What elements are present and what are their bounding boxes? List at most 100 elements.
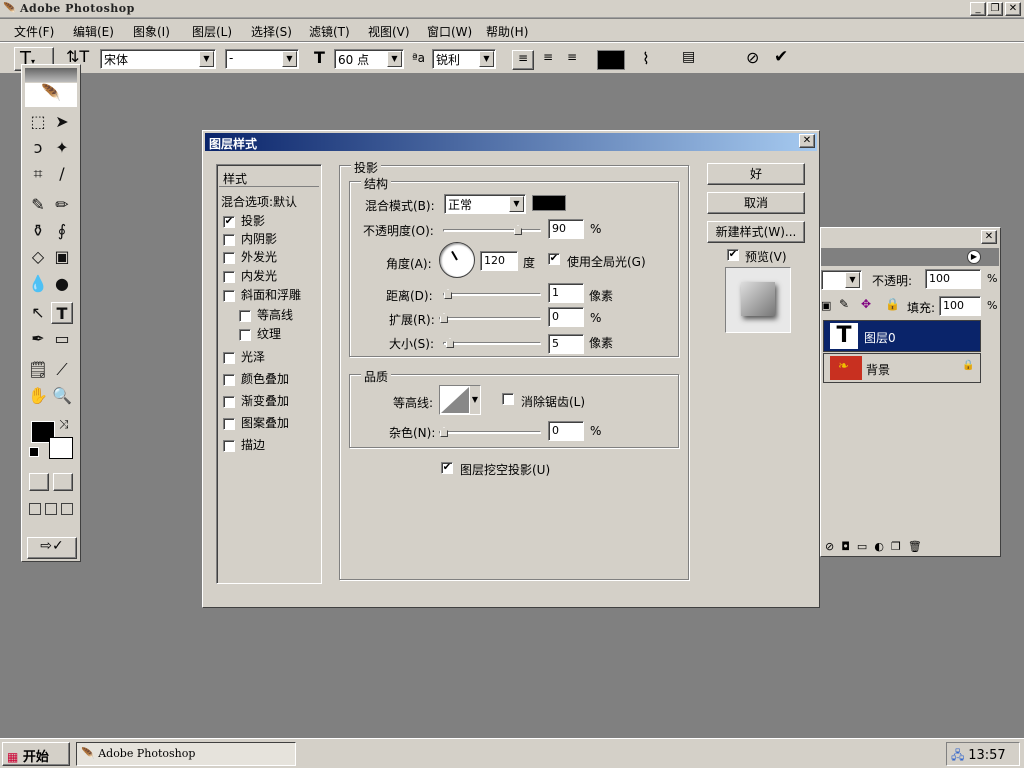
noise-slider[interactable] bbox=[439, 427, 541, 437]
clone-stamp-tool-icon[interactable]: ⚱ bbox=[27, 220, 49, 242]
style-item[interactable]: 图案叠加 bbox=[223, 414, 289, 431]
feather-logo-icon[interactable]: 🪶 bbox=[25, 83, 77, 107]
screen-mode-full-icon[interactable] bbox=[61, 503, 73, 515]
style-item[interactable]: 内发光 bbox=[223, 267, 277, 284]
opacity-field[interactable]: 90 bbox=[548, 219, 584, 239]
style-checkbox[interactable] bbox=[239, 328, 251, 341]
hand-tool-icon[interactable]: ✋ bbox=[27, 385, 49, 407]
start-button[interactable]: ▦ 开始 bbox=[2, 742, 70, 766]
size-slider[interactable] bbox=[443, 338, 541, 348]
distance-slider[interactable] bbox=[443, 289, 541, 299]
standard-mode-icon[interactable] bbox=[29, 473, 49, 491]
layer-row-background[interactable]: ❧ 背景 🔒 bbox=[823, 353, 981, 383]
size-field[interactable]: 5 bbox=[548, 334, 584, 354]
magic-wand-tool-icon[interactable]: ✦ bbox=[51, 137, 73, 159]
style-item[interactable]: 渐变叠加 bbox=[223, 392, 289, 409]
style-checkbox[interactable] bbox=[223, 351, 235, 364]
path-select-tool-icon[interactable]: ↖ bbox=[27, 302, 49, 324]
restore-button[interactable]: ❐ bbox=[987, 2, 1003, 16]
eyedropper-tool-icon[interactable]: ⟋ bbox=[51, 359, 73, 381]
taskbar-photoshop-button[interactable]: 🪶 Adobe Photoshop bbox=[76, 742, 296, 766]
layers-opacity-field[interactable]: 100 bbox=[925, 269, 981, 289]
align-left-button[interactable]: ≡ bbox=[512, 50, 534, 70]
style-checkbox[interactable] bbox=[223, 233, 235, 246]
shape-tool-icon[interactable]: ▭ bbox=[51, 328, 73, 350]
minimize-button[interactable]: _ bbox=[970, 2, 986, 16]
font-style-select[interactable]: - ▼ bbox=[225, 49, 299, 69]
background-color-swatch[interactable] bbox=[49, 437, 73, 459]
palettes-icon[interactable]: ▤ bbox=[682, 49, 695, 65]
style-checkbox[interactable]: ✔ bbox=[223, 215, 235, 228]
marquee-tool-icon[interactable]: ⬚ bbox=[27, 111, 49, 133]
dodge-tool-icon[interactable]: ● bbox=[51, 273, 73, 295]
menu-layer[interactable]: 图层(L) bbox=[192, 23, 232, 40]
antialias-select[interactable]: 锐利 ▼ bbox=[432, 49, 496, 69]
menu-filter[interactable]: 滤镜(T) bbox=[309, 23, 350, 40]
blur-tool-icon[interactable]: 💧 bbox=[27, 273, 49, 295]
ok-button[interactable]: 好 bbox=[707, 163, 805, 185]
lock-position-icon[interactable]: ✥ bbox=[861, 297, 871, 311]
default-colors-icon[interactable] bbox=[29, 447, 39, 457]
toolbox-grip[interactable] bbox=[25, 68, 77, 82]
crop-tool-icon[interactable]: ⌗ bbox=[27, 163, 49, 185]
blend-mode-select[interactable]: 正常 ▼ bbox=[444, 194, 526, 214]
new-set-icon[interactable]: ▭ bbox=[857, 540, 874, 553]
menu-file[interactable]: 文件(F) bbox=[14, 23, 54, 40]
quick-mask-mode-icon[interactable] bbox=[53, 473, 73, 491]
layers-close-button[interactable]: ✕ bbox=[981, 230, 997, 244]
notes-tool-icon[interactable]: 🗒 bbox=[27, 359, 49, 381]
lock-all-icon[interactable]: 🔒 bbox=[885, 297, 900, 311]
font-size-select[interactable]: 60 点 ▼ bbox=[334, 49, 404, 69]
align-right-button[interactable]: ≡ bbox=[561, 50, 583, 70]
lasso-tool-icon[interactable]: ↄ bbox=[27, 137, 49, 159]
style-checkbox[interactable] bbox=[223, 395, 235, 408]
noise-field[interactable]: 0 bbox=[548, 421, 584, 441]
menu-view[interactable]: 视图(V) bbox=[368, 23, 410, 40]
lock-pixels-icon[interactable]: ✎ bbox=[839, 297, 849, 311]
commit-edit-icon[interactable]: ✔ bbox=[774, 47, 788, 67]
style-item[interactable]: 等高线 bbox=[239, 306, 293, 323]
style-item[interactable]: 光泽 bbox=[223, 348, 265, 365]
spread-slider[interactable] bbox=[439, 313, 541, 323]
style-item[interactable]: 内阴影 bbox=[223, 230, 277, 247]
menu-window[interactable]: 窗口(W) bbox=[427, 23, 472, 40]
style-checkbox[interactable] bbox=[223, 251, 235, 264]
trash-icon[interactable]: 🗑 bbox=[908, 540, 929, 553]
style-item[interactable]: 外发光 bbox=[223, 248, 277, 265]
network-tray-icon[interactable]: 🖧 bbox=[951, 748, 964, 762]
screen-mode-full-menu-icon[interactable] bbox=[45, 503, 57, 515]
text-color-swatch[interactable] bbox=[597, 50, 625, 70]
adjustment-layer-icon[interactable]: ◐ bbox=[874, 540, 891, 553]
eraser-tool-icon[interactable]: ◇ bbox=[27, 246, 49, 268]
distance-field[interactable]: 1 bbox=[548, 283, 584, 303]
style-checkbox[interactable] bbox=[223, 270, 235, 283]
preview-checkbox[interactable]: ✔ bbox=[727, 249, 739, 261]
menu-select[interactable]: 选择(S) bbox=[251, 23, 292, 40]
opacity-slider[interactable] bbox=[443, 225, 541, 235]
warp-text-icon[interactable]: ⌇ bbox=[642, 49, 650, 68]
style-checkbox[interactable] bbox=[239, 309, 251, 322]
swap-colors-icon[interactable]: ⤨ bbox=[59, 417, 69, 432]
style-checkbox[interactable] bbox=[223, 373, 235, 386]
lock-transparent-icon[interactable]: ▣ bbox=[821, 299, 831, 312]
pen-tool-icon[interactable]: ✒ bbox=[27, 328, 49, 350]
global-light-checkbox[interactable]: ✔ bbox=[548, 253, 560, 265]
cancel-button[interactable]: 取消 bbox=[707, 192, 805, 214]
blending-options-item[interactable]: 混合选项:默认 bbox=[221, 193, 297, 210]
zoom-tool-icon[interactable]: 🔍 bbox=[51, 385, 73, 407]
contour-picker[interactable]: ▼ bbox=[439, 385, 481, 415]
knockout-checkbox[interactable]: ✔ bbox=[441, 462, 453, 474]
menu-image[interactable]: 图象(I) bbox=[133, 23, 170, 40]
style-item[interactable]: 颜色叠加 bbox=[223, 370, 289, 387]
move-tool-icon[interactable]: ➤ bbox=[51, 111, 73, 133]
slice-tool-icon[interactable]: / bbox=[51, 163, 73, 185]
style-checkbox[interactable] bbox=[223, 417, 235, 430]
layers-menu-icon[interactable]: ▶ bbox=[967, 250, 981, 264]
style-item[interactable]: 斜面和浮雕 bbox=[223, 286, 301, 303]
angle-dial[interactable] bbox=[439, 242, 475, 278]
layers-blend-select[interactable]: ▼ bbox=[821, 270, 862, 290]
new-layer-icon[interactable]: ❐ bbox=[891, 540, 908, 553]
new-style-button[interactable]: 新建样式(W)... bbox=[707, 221, 805, 243]
style-checkbox[interactable] bbox=[223, 439, 235, 452]
style-item[interactable]: 描边 bbox=[223, 436, 265, 453]
